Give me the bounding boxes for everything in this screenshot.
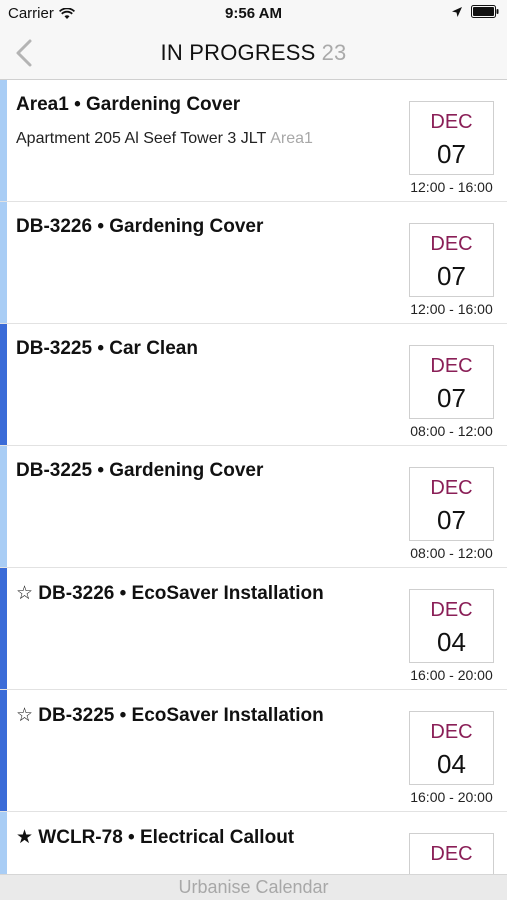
job-row[interactable]: ☆ DB-3226 • EcoSaver Installation DEC 04… <box>0 568 507 690</box>
date-month: DEC <box>430 355 473 377</box>
time-range: 16:00 - 20:00 <box>410 667 493 683</box>
battery-icon <box>471 5 499 18</box>
job-row[interactable]: ☆ DB-3225 • EcoSaver Installation DEC 04… <box>0 690 507 812</box>
job-title: ☆ DB-3225 • EcoSaver Installation <box>16 705 324 726</box>
job-row[interactable]: DB-3225 • Car Clean DEC 07 08:00 - 12:00 <box>0 324 507 446</box>
status-stripe <box>0 690 7 811</box>
date-month: DEC <box>430 111 473 133</box>
date-box: DEC 07 <box>409 101 494 175</box>
job-title: ★ WCLR-78 • Electrical Callout <box>16 827 295 848</box>
time-range: 08:00 - 12:00 <box>410 545 493 561</box>
date-month: DEC <box>430 721 473 743</box>
time-range: 12:00 - 16:00 <box>410 179 493 195</box>
address-text: Apartment 205 Al Seef Tower 3 JLT <box>16 130 267 147</box>
job-row[interactable]: DB-3225 • Gardening Cover DEC 07 08:00 -… <box>0 446 507 568</box>
status-stripe <box>0 568 7 689</box>
date-day: 07 <box>437 383 466 413</box>
date-month: DEC <box>430 599 473 621</box>
status-time: 9:56 AM <box>225 5 282 22</box>
time-range: 08:00 - 12:00 <box>410 423 493 439</box>
date-box: DEC 04 <box>409 589 494 663</box>
status-stripe <box>0 812 7 874</box>
job-row[interactable]: DB-3226 • Gardening Cover DEC 07 12:00 -… <box>0 202 507 324</box>
date-month: DEC <box>430 233 473 255</box>
date-day: 07 <box>437 505 466 535</box>
nav-bar: IN PROGRESS 23 <box>0 28 507 80</box>
job-title: ☆ DB-3226 • EcoSaver Installation <box>16 583 324 604</box>
job-row[interactable]: Area1 • Gardening Cover Apartment 205 Al… <box>0 80 507 202</box>
date-month: DEC <box>430 843 473 865</box>
date-day: 04 <box>437 627 466 657</box>
time-range: 12:00 - 16:00 <box>410 301 493 317</box>
time-range: 16:00 - 20:00 <box>410 789 493 805</box>
footer-tab[interactable]: Urbanise Calendar <box>0 874 507 900</box>
date-day: 04 <box>437 749 466 779</box>
date-month: DEC <box>430 477 473 499</box>
status-right <box>451 5 499 18</box>
job-list: Area1 • Gardening Cover Apartment 205 Al… <box>0 80 507 874</box>
page-title: IN PROGRESS 23 <box>0 40 507 66</box>
date-day: 07 <box>437 139 466 169</box>
date-day: 07 <box>437 261 466 291</box>
job-title: DB-3225 • Gardening Cover <box>16 460 264 481</box>
job-title: Area1 • Gardening Cover <box>16 94 241 115</box>
date-box: DEC 07 <box>409 223 494 297</box>
job-count: 23 <box>321 40 347 65</box>
status-stripe <box>0 202 7 323</box>
page-title-text: IN PROGRESS <box>160 40 316 65</box>
date-box: DEC <box>409 833 494 874</box>
status-bar: Carrier 9:56 AM <box>0 0 507 28</box>
date-box: DEC 07 <box>409 345 494 419</box>
date-box: DEC 07 <box>409 467 494 541</box>
job-title: DB-3225 • Car Clean <box>16 338 198 359</box>
area-label: Area1 <box>270 130 313 147</box>
job-address: Apartment 205 Al Seef Tower 3 JLT Area1 <box>16 130 313 148</box>
job-title: DB-3226 • Gardening Cover <box>16 216 264 237</box>
date-box: DEC 04 <box>409 711 494 785</box>
location-arrow-icon <box>452 6 462 17</box>
job-row[interactable]: ★ WCLR-78 • Electrical Callout DEC <box>0 812 507 874</box>
status-stripe <box>0 324 7 445</box>
status-stripe <box>0 446 7 567</box>
status-stripe <box>0 80 7 201</box>
